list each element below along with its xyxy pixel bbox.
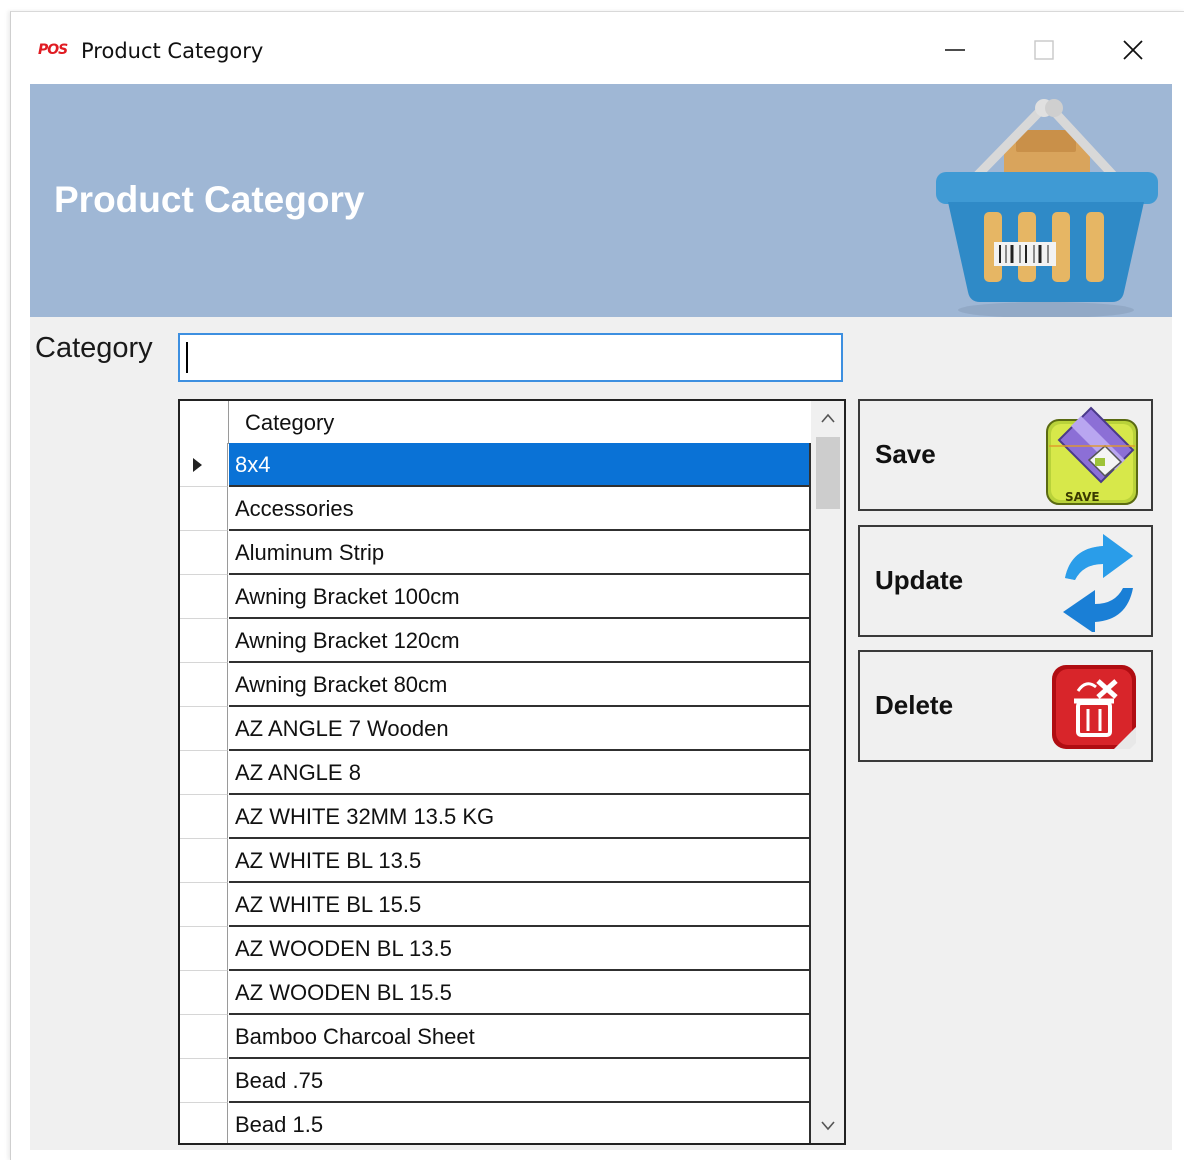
- category-cell[interactable]: Bead .75: [229, 1059, 811, 1103]
- table-row[interactable]: Awning Bracket 80cm: [180, 663, 811, 707]
- scroll-up-button[interactable]: [811, 401, 844, 435]
- category-cell[interactable]: AZ WHITE BL 15.5: [229, 883, 811, 927]
- window-title: Product Category: [81, 39, 264, 63]
- row-header[interactable]: [180, 663, 228, 707]
- update-button-label: Update: [875, 565, 964, 595]
- category-cell[interactable]: AZ WHITE 32MM 13.5 KG: [229, 795, 811, 839]
- row-header[interactable]: [180, 619, 228, 663]
- minimize-icon: [945, 49, 965, 51]
- delete-button[interactable]: Delete: [858, 650, 1153, 762]
- save-icon: SAVE: [1046, 406, 1138, 505]
- row-header-corner: [180, 401, 229, 443]
- minimize-button[interactable]: [925, 28, 985, 72]
- form-client-area: Product Category Category Category 8x4 A…: [30, 84, 1172, 1150]
- chevron-up-icon: [820, 413, 835, 423]
- category-input[interactable]: [178, 333, 843, 382]
- category-cell[interactable]: Awning Bracket 120cm: [229, 619, 811, 663]
- chevron-down-icon: [820, 1121, 835, 1131]
- row-header[interactable]: [180, 531, 228, 575]
- category-cell[interactable]: AZ WOODEN BL 15.5: [229, 971, 811, 1015]
- row-header[interactable]: [180, 795, 228, 839]
- grid-header: Category: [180, 401, 811, 444]
- row-header[interactable]: [180, 839, 228, 883]
- category-cell[interactable]: AZ WHITE BL 13.5: [229, 839, 811, 883]
- row-header[interactable]: [180, 443, 228, 487]
- maximize-icon: [1034, 40, 1054, 60]
- header-banner: Product Category: [30, 84, 1172, 317]
- table-row[interactable]: Bead .75: [180, 1059, 811, 1103]
- row-header[interactable]: [180, 971, 228, 1015]
- refresh-icon: [1063, 534, 1133, 632]
- close-icon: [1123, 40, 1143, 60]
- category-cell[interactable]: AZ ANGLE 7 Wooden: [229, 707, 811, 751]
- app-logo-icon: POS: [38, 42, 68, 58]
- row-header[interactable]: [180, 1015, 228, 1059]
- current-row-arrow-icon: [193, 458, 202, 472]
- category-cell[interactable]: Accessories: [229, 487, 811, 531]
- shopping-basket-icon: [936, 99, 1158, 317]
- update-button[interactable]: Update: [858, 525, 1153, 637]
- page-title: Product Category: [54, 179, 365, 220]
- delete-icon: [1052, 665, 1136, 749]
- table-row[interactable]: AZ ANGLE 7 Wooden: [180, 707, 811, 751]
- row-header[interactable]: [180, 883, 228, 927]
- close-button[interactable]: [1103, 28, 1163, 72]
- maximize-button[interactable]: [1014, 28, 1074, 72]
- table-row[interactable]: Bead 1.5: [180, 1103, 811, 1143]
- title-bar[interactable]: POS Product Category: [11, 12, 1184, 84]
- table-row[interactable]: AZ ANGLE 8: [180, 751, 811, 795]
- table-row[interactable]: Awning Bracket 100cm: [180, 575, 811, 619]
- row-header[interactable]: [180, 751, 228, 795]
- row-header[interactable]: [180, 575, 228, 619]
- table-row[interactable]: Awning Bracket 120cm: [180, 619, 811, 663]
- product-category-window: POS Product Category Product Category Ca…: [10, 11, 1184, 1160]
- table-row[interactable]: AZ WHITE BL 15.5: [180, 883, 811, 927]
- scroll-down-button[interactable]: [811, 1109, 844, 1143]
- row-header[interactable]: [180, 707, 228, 751]
- table-row[interactable]: 8x4: [180, 443, 811, 487]
- grid-rows: 8x4 Accessories Aluminum Strip Awning Brack…: [180, 443, 811, 1143]
- category-cell[interactable]: AZ WOODEN BL 13.5: [229, 927, 811, 971]
- category-cell[interactable]: Aluminum Strip: [229, 531, 811, 575]
- category-grid[interactable]: Category 8x4 Accessories Aluminum Strip Awn…: [178, 399, 846, 1145]
- table-row[interactable]: AZ WHITE BL 13.5: [180, 839, 811, 883]
- row-header[interactable]: [180, 1103, 228, 1143]
- vertical-scrollbar[interactable]: [811, 401, 844, 1143]
- category-cell[interactable]: Awning Bracket 100cm: [229, 575, 811, 619]
- category-cell[interactable]: Bamboo Charcoal Sheet: [229, 1015, 811, 1059]
- category-cell[interactable]: Awning Bracket 80cm: [229, 663, 811, 707]
- table-row[interactable]: Aluminum Strip: [180, 531, 811, 575]
- category-cell[interactable]: AZ ANGLE 8: [229, 751, 811, 795]
- table-row[interactable]: AZ WOODEN BL 13.5: [180, 927, 811, 971]
- category-cell[interactable]: Bead 1.5: [229, 1103, 811, 1143]
- save-button-label: Save: [875, 439, 936, 469]
- category-cell[interactable]: 8x4: [229, 443, 811, 487]
- row-header[interactable]: [180, 1059, 228, 1103]
- row-header[interactable]: [180, 927, 228, 971]
- text-caret: [186, 342, 188, 373]
- save-button[interactable]: Save SAVE: [858, 399, 1153, 511]
- category-label: Category: [35, 332, 153, 364]
- row-header[interactable]: [180, 487, 228, 531]
- table-row[interactable]: Bamboo Charcoal Sheet: [180, 1015, 811, 1059]
- scrollbar-thumb[interactable]: [816, 437, 840, 509]
- save-icon-text: SAVE: [1065, 490, 1100, 504]
- table-row[interactable]: AZ WHITE 32MM 13.5 KG: [180, 795, 811, 839]
- column-header-category[interactable]: Category: [245, 410, 334, 436]
- table-row[interactable]: Accessories: [180, 487, 811, 531]
- table-row[interactable]: AZ WOODEN BL 15.5: [180, 971, 811, 1015]
- delete-button-label: Delete: [875, 690, 954, 720]
